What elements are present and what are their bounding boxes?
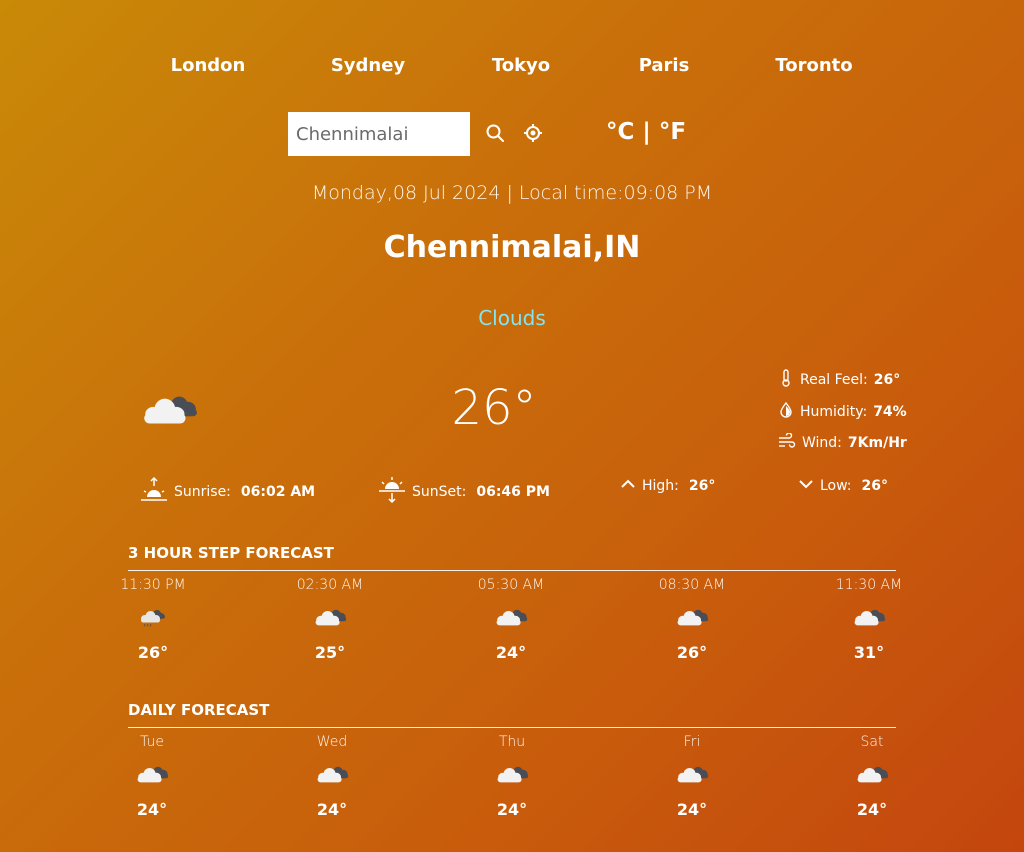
clouds-icon bbox=[452, 762, 572, 790]
clouds-icon bbox=[451, 605, 571, 633]
daily-item: Thu 24° bbox=[452, 734, 572, 819]
location-title: Chennimalai,IN bbox=[383, 230, 641, 265]
city-link-tokyo[interactable]: Tokyo bbox=[492, 55, 550, 76]
sunrise-label: Sunrise: bbox=[174, 484, 231, 500]
forecast-day: Wed bbox=[316, 734, 348, 750]
city-link-paris[interactable]: Paris bbox=[639, 55, 690, 76]
forecast-temp: 24° bbox=[856, 800, 888, 819]
forecast-temp: 26° bbox=[137, 643, 169, 662]
sunrise-value: 06:02 AM bbox=[240, 484, 316, 500]
low-info: Low: 26° bbox=[798, 476, 888, 496]
forecast-day: Tue bbox=[140, 734, 164, 750]
detail-wind: Wind: 7Km/Hr bbox=[778, 432, 907, 453]
hourly-forecast-title: 3 HOUR STEP FORECAST bbox=[128, 544, 334, 562]
forecast-temp: 24° bbox=[496, 800, 528, 819]
arrow-up-icon bbox=[620, 476, 636, 496]
city-search-input[interactable] bbox=[288, 112, 470, 156]
high-value: 26° bbox=[688, 478, 716, 494]
daily-item: Wed 24° bbox=[272, 734, 392, 819]
clouds-icon bbox=[812, 762, 932, 790]
city-link-toronto[interactable]: Toronto bbox=[775, 55, 852, 76]
wind-icon bbox=[778, 432, 796, 453]
unit-toggle: °C | °F bbox=[606, 119, 686, 145]
city-link-london[interactable]: London bbox=[171, 55, 246, 76]
high-info: High: 26° bbox=[620, 476, 715, 496]
sunrise-icon bbox=[140, 476, 168, 508]
humidity-value: 74% bbox=[873, 404, 907, 420]
hourly-item: 11:30 AM 31° bbox=[809, 577, 929, 662]
forecast-time: 08:30 AM bbox=[658, 577, 726, 593]
search-box bbox=[288, 112, 470, 156]
sunset-label: SunSet: bbox=[412, 484, 467, 500]
forecast-time: 11:30 AM bbox=[835, 577, 903, 593]
forecast-day: Fri bbox=[683, 734, 701, 750]
location-icon[interactable] bbox=[523, 123, 545, 145]
forecast-time: 05:30 AM bbox=[477, 577, 545, 593]
daily-item: Fri 24° bbox=[632, 734, 752, 819]
rain-clouds-icon bbox=[93, 605, 213, 633]
forecast-temp: 24° bbox=[136, 800, 168, 819]
city-link-sydney[interactable]: Sydney bbox=[331, 55, 405, 76]
real-feel-label: Real Feel: bbox=[800, 372, 868, 388]
hourly-item: 08:30 AM 26° bbox=[632, 577, 752, 662]
forecast-time: 02:30 AM bbox=[296, 577, 364, 593]
clouds-icon bbox=[92, 762, 212, 790]
clouds-icon bbox=[270, 605, 390, 633]
forecast-temp: 26° bbox=[676, 643, 708, 662]
forecast-temp: 25° bbox=[314, 643, 346, 662]
forecast-day: Thu bbox=[498, 734, 526, 750]
daily-forecast-title: DAILY FORECAST bbox=[128, 701, 270, 719]
high-label: High: bbox=[642, 478, 679, 494]
clouds-icon bbox=[632, 605, 752, 633]
date-time: Monday,08 Jul 2024 | Local time:09:08 PM bbox=[311, 182, 713, 204]
sunset-info: SunSet: 06:46 PM bbox=[378, 476, 550, 508]
clouds-icon bbox=[809, 605, 929, 633]
daily-item: Tue 24° bbox=[92, 734, 212, 819]
clouds-icon bbox=[632, 762, 752, 790]
droplet-icon bbox=[778, 401, 794, 423]
forecast-temp: 24° bbox=[676, 800, 708, 819]
weather-condition: Clouds bbox=[478, 306, 546, 330]
clouds-icon bbox=[272, 762, 392, 790]
forecast-temp: 24° bbox=[495, 643, 527, 662]
hourly-item: 05:30 AM 24° bbox=[451, 577, 571, 662]
daily-divider bbox=[128, 727, 896, 728]
forecast-temp: 31° bbox=[853, 643, 885, 662]
detail-humidity: Humidity: 74% bbox=[778, 401, 907, 423]
wind-value: 7Km/Hr bbox=[847, 435, 907, 451]
celsius-button[interactable]: °C bbox=[606, 119, 634, 145]
sunset-value: 06:46 PM bbox=[476, 484, 550, 500]
thermometer-icon bbox=[778, 369, 794, 391]
sunrise-info: Sunrise: 06:02 AM bbox=[140, 476, 315, 508]
real-feel-value: 26° bbox=[873, 372, 901, 388]
fahrenheit-button[interactable]: °F bbox=[659, 119, 686, 145]
forecast-temp: 24° bbox=[316, 800, 348, 819]
detail-real-feel: Real Feel: 26° bbox=[778, 369, 900, 391]
wind-label: Wind: bbox=[802, 435, 842, 451]
sunset-icon bbox=[378, 476, 406, 508]
low-label: Low: bbox=[820, 478, 852, 494]
low-value: 26° bbox=[861, 478, 889, 494]
hourly-item: 11:30 PM 26° bbox=[93, 577, 213, 662]
humidity-label: Humidity: bbox=[800, 404, 868, 420]
hourly-divider bbox=[128, 570, 896, 571]
forecast-time: 11:30 PM bbox=[120, 577, 186, 593]
unit-separator: | bbox=[642, 119, 651, 145]
search-icon[interactable] bbox=[485, 123, 507, 145]
forecast-day: Sat bbox=[860, 734, 884, 750]
daily-item: Sat 24° bbox=[812, 734, 932, 819]
hourly-item: 02:30 AM 25° bbox=[270, 577, 390, 662]
arrow-down-icon bbox=[798, 476, 814, 496]
